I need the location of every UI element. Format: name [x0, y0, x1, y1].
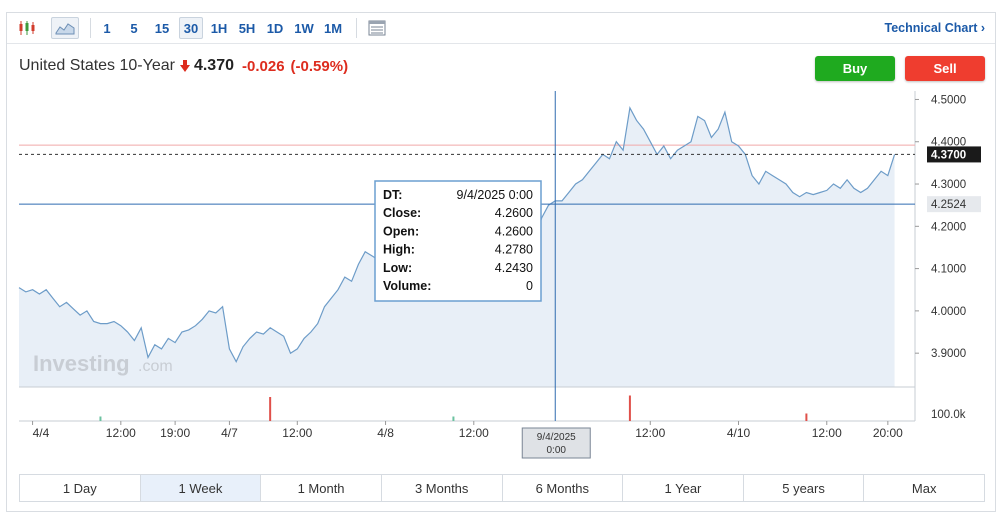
tooltip-value: 4.2600	[495, 206, 533, 220]
y-tick-label: 4.1000	[931, 264, 966, 276]
x-tick-label: 4/8	[377, 426, 394, 440]
x-tick-label: 12:00	[459, 426, 489, 440]
tooltip-key: Low:	[383, 261, 412, 275]
crosshair-price-label: 4.2524	[931, 199, 967, 211]
range-1-week[interactable]: 1 Week	[140, 475, 262, 501]
tooltip-value: 9/4/2025 0:00	[457, 188, 534, 202]
x-tick-label: 20:00	[873, 426, 903, 440]
investing-watermark-suffix: .com	[138, 358, 173, 375]
range-5-years[interactable]: 5 years	[744, 475, 865, 501]
y-tick-label: 4.3000	[931, 179, 966, 191]
tooltip-key: Open:	[383, 224, 419, 238]
volume-bar	[628, 395, 631, 421]
y-tick-label: 4.5000	[931, 94, 966, 106]
y-tick-label: 3.9000	[931, 348, 966, 360]
volume-axis-label: 100.0k	[931, 409, 966, 421]
x-tick-label: 4/4	[33, 426, 50, 440]
volume-bar	[805, 413, 808, 421]
chart-widget: 1 5 15 30 1H 5H 1D 1W 1M Technical Chart…	[6, 12, 996, 512]
tooltip-value: 4.2430	[495, 261, 533, 275]
volume-bar	[269, 397, 272, 421]
range-selector: 1 Day 1 Week 1 Month 3 Months 6 Months 1…	[19, 474, 985, 502]
range-max[interactable]: Max	[864, 475, 984, 501]
volume-bar	[452, 416, 455, 421]
tooltip-key: Volume:	[383, 279, 431, 293]
x-tick-label: 4/10	[727, 426, 751, 440]
x-tick-label: 19:00	[160, 426, 190, 440]
investing-watermark: Investing	[33, 351, 130, 376]
tooltip-key: Close:	[383, 206, 421, 220]
x-tick-label: 12:00	[635, 426, 665, 440]
price-chart[interactable]: 4.50004.40004.30004.20004.10004.00003.90…	[7, 13, 995, 463]
range-1-year[interactable]: 1 Year	[623, 475, 744, 501]
tooltip-value: 4.2780	[495, 243, 533, 257]
tooltip-key: High:	[383, 243, 415, 257]
x-tick-label: 12:00	[106, 426, 136, 440]
last-price-tag-label: 4.3700	[931, 149, 966, 161]
crosshair-date-label: 9/4/2025	[537, 432, 576, 443]
x-tick-label: 4/7	[221, 426, 238, 440]
y-tick-label: 4.2000	[931, 221, 966, 233]
range-6-months[interactable]: 6 Months	[503, 475, 624, 501]
range-1-day[interactable]: 1 Day	[20, 475, 141, 501]
volume-bar	[99, 416, 102, 421]
crosshair-time-label: 0:00	[547, 445, 567, 456]
range-1-month[interactable]: 1 Month	[261, 475, 382, 501]
x-tick-label: 12:00	[812, 426, 842, 440]
tooltip-value: 4.2600	[495, 224, 533, 238]
tooltip-value: 0	[526, 279, 533, 293]
x-tick-label: 12:00	[282, 426, 312, 440]
tooltip-key: DT:	[383, 188, 402, 202]
y-tick-label: 4.0000	[931, 306, 966, 318]
range-3-months[interactable]: 3 Months	[382, 475, 503, 501]
